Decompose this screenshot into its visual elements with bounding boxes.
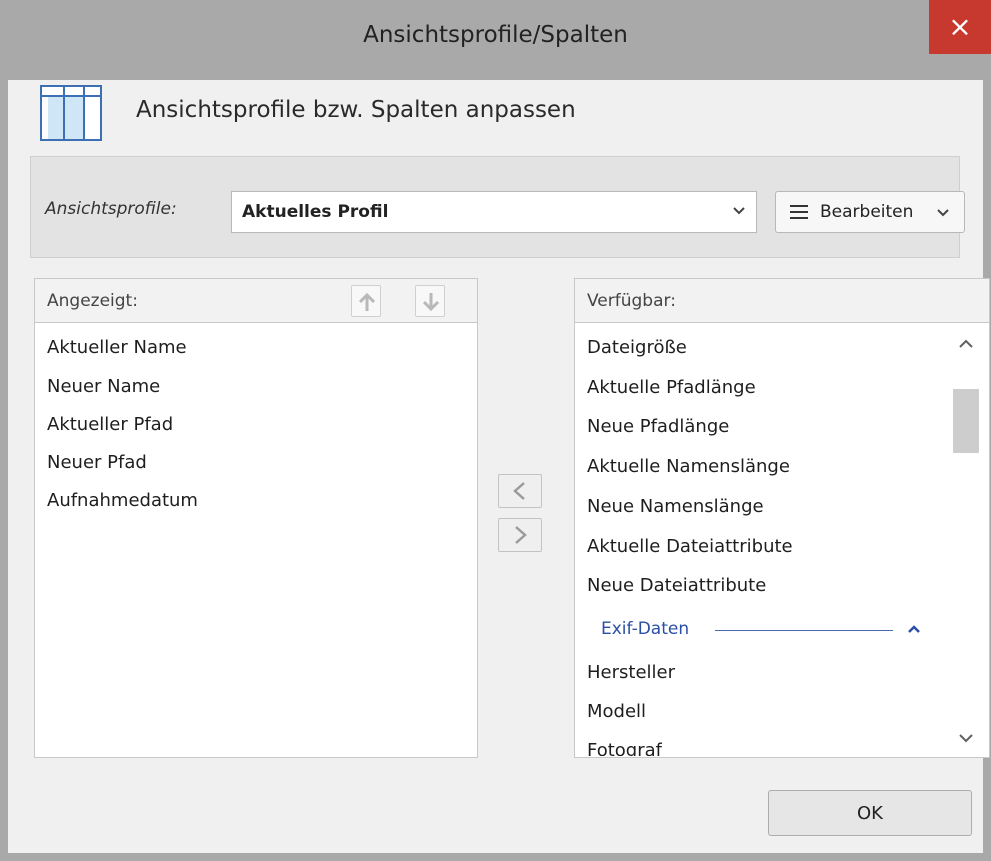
group-header-exif[interactable]: Exif-Daten (601, 619, 689, 639)
dialog-heading: Ansichtsprofile bzw. Spalten anpassen (136, 97, 576, 123)
close-icon: × (948, 10, 972, 43)
list-item[interactable]: Aktuelle Namenslänge (587, 456, 790, 477)
scrollbar-thumb[interactable] (953, 389, 979, 453)
chevron-right-icon (515, 526, 527, 544)
move-down-button[interactable] (415, 285, 445, 317)
chevron-down-icon (732, 200, 746, 227)
available-list-title: Verfügbar: (587, 291, 676, 311)
add-column-button[interactable] (498, 518, 542, 552)
group-divider (715, 630, 893, 631)
list-item[interactable]: Aktuelle Pfadlänge (587, 377, 756, 398)
edit-button[interactable]: Bearbeiten (775, 191, 965, 233)
list-item[interactable]: Aufnahmedatum (47, 490, 198, 511)
ok-button-label: OK (857, 803, 883, 824)
list-item[interactable]: Aktueller Name (47, 337, 187, 358)
scroll-up-icon[interactable] (957, 337, 975, 351)
close-button[interactable]: × (929, 0, 991, 54)
list-item[interactable]: Fotograf (587, 740, 662, 756)
edit-button-label: Bearbeiten (820, 202, 914, 222)
list-item[interactable]: Hersteller (587, 662, 675, 683)
list-item[interactable]: Neue Dateiattribute (587, 575, 766, 596)
list-item[interactable]: Neuer Pfad (47, 452, 147, 473)
list-item[interactable]: Neue Namenslänge (587, 496, 764, 517)
list-item[interactable]: Neue Pfadlänge (587, 416, 729, 437)
list-item[interactable]: Dateigröße (587, 337, 687, 358)
remove-column-button[interactable] (498, 474, 542, 508)
move-up-button[interactable] (351, 285, 381, 317)
chevron-left-icon (513, 482, 525, 500)
scroll-down-icon[interactable] (957, 731, 975, 745)
profile-select[interactable]: Aktuelles Profil (231, 191, 757, 233)
ok-button[interactable]: OK (768, 790, 972, 836)
available-list-header: Verfügbar: (575, 279, 989, 323)
dialog-client: Ansichtsprofile bzw. Spalten anpassen An… (8, 80, 990, 853)
list-item[interactable]: Aktuelle Dateiattribute (587, 536, 793, 557)
columns-icon (40, 85, 102, 141)
displayed-list-title: Angezeigt: (47, 291, 138, 311)
vertical-scrollbar[interactable] (943, 323, 989, 757)
displayed-list-header: Angezeigt: (35, 279, 477, 323)
dialog-window: Ansichtsprofile/Spalten × Ansichtsprofil… (0, 0, 991, 861)
arrow-down-icon (422, 293, 440, 312)
window-title: Ansichtsprofile/Spalten (363, 22, 628, 48)
profile-select-value: Aktuelles Profil (242, 202, 389, 222)
menu-icon (790, 205, 808, 219)
list-item[interactable]: Modell (587, 701, 646, 722)
list-item[interactable]: Aktueller Pfad (47, 414, 173, 435)
chevron-down-icon (936, 201, 950, 228)
arrow-up-icon (358, 292, 376, 311)
displayed-list[interactable]: Angezeigt: Aktueller Name Neuer Name Akt… (34, 278, 478, 758)
profile-label: Ansichtsprofile: (45, 199, 177, 219)
title-bar[interactable]: Ansichtsprofile/Spalten × (0, 0, 991, 80)
profile-bar: Ansichtsprofile: Aktuelles Profil Bearbe… (30, 156, 965, 258)
available-list[interactable]: Verfügbar: Dateigröße Aktuelle Pfadlänge… (574, 278, 990, 758)
chevron-up-icon[interactable] (907, 622, 921, 636)
list-item[interactable]: Neuer Name (47, 376, 160, 397)
